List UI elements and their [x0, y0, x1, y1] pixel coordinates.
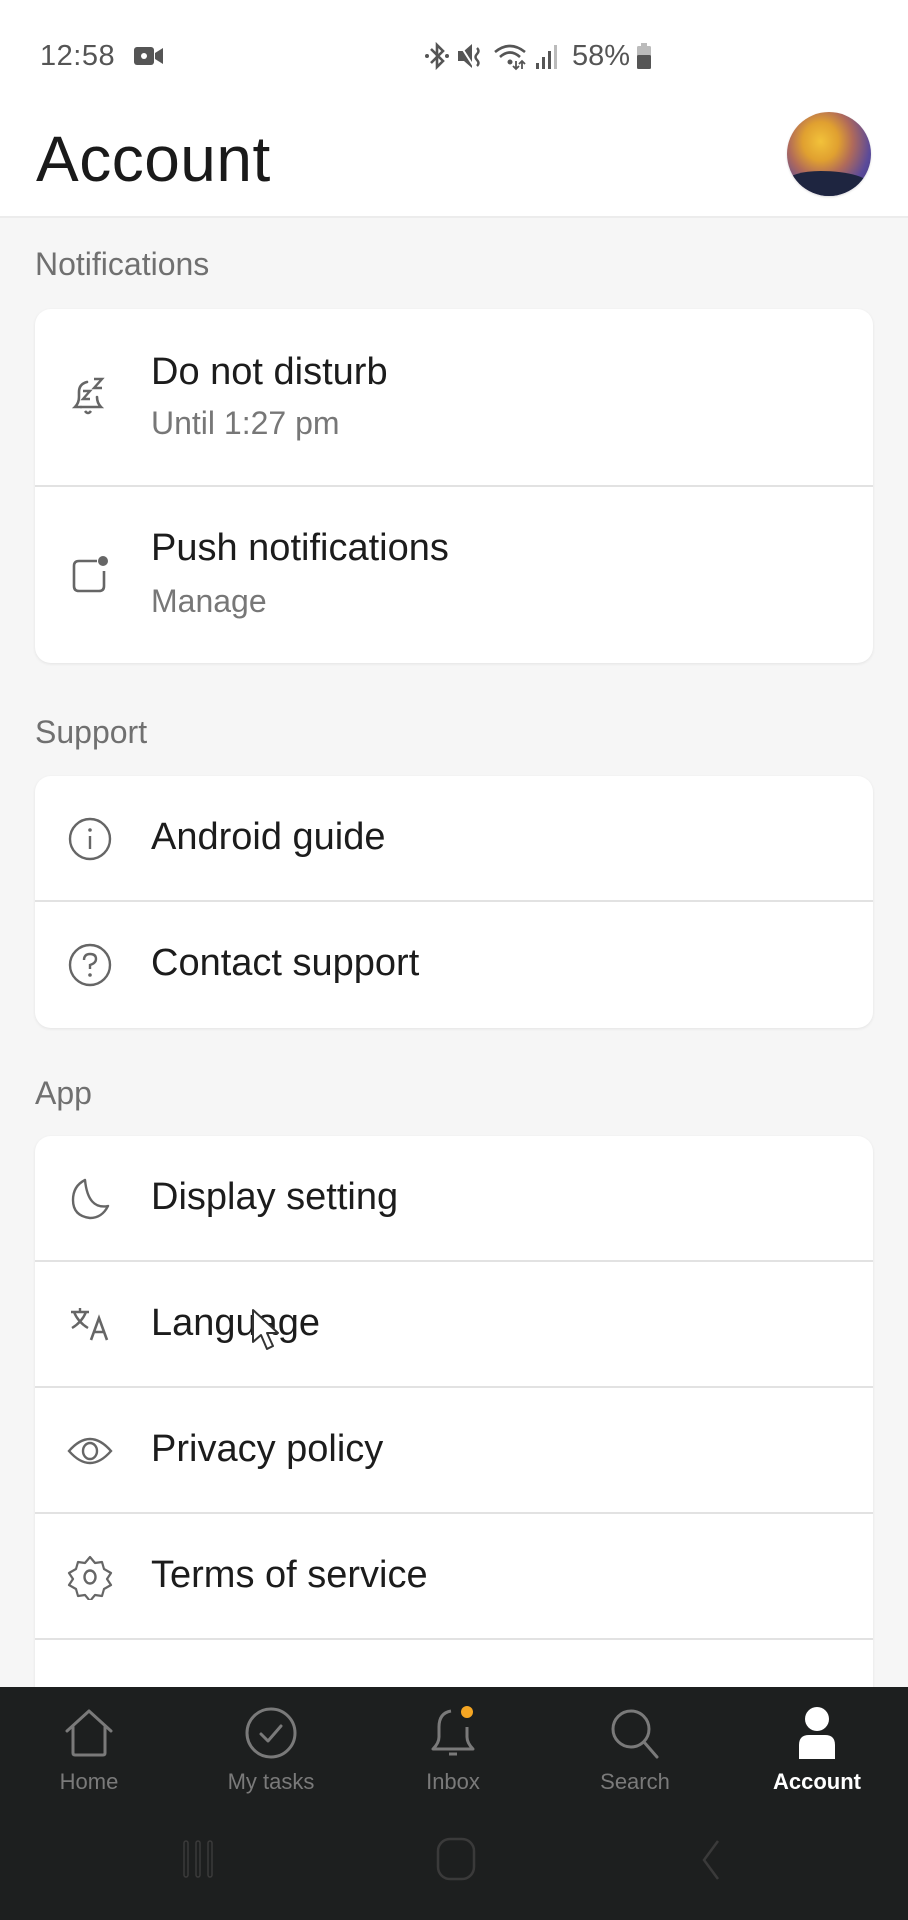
nav-my-tasks[interactable]: My tasks	[196, 1687, 346, 1802]
signal-icon	[536, 45, 557, 69]
nav-search[interactable]: Search	[560, 1687, 710, 1802]
wifi-icon	[494, 44, 526, 71]
person-icon	[799, 1707, 835, 1759]
nav-account[interactable]: Account	[742, 1687, 892, 1802]
search-icon	[611, 1709, 659, 1759]
home-icon	[65, 1709, 113, 1757]
bottom-nav: Home My tasks Inbox Search Account	[0, 1687, 908, 1920]
section-label-app: App	[35, 1075, 92, 1111]
nav-label: Account	[773, 1769, 861, 1794]
battery-percent: 58%	[572, 39, 631, 72]
nav-home[interactable]: Home	[14, 1687, 164, 1802]
row-subtitle: Until 1:27 pm	[151, 405, 340, 441]
recent-apps-button[interactable]	[172, 1835, 232, 1885]
status-icons: 58%	[424, 38, 652, 74]
row-privacy-policy[interactable]: Privacy policy	[35, 1388, 873, 1514]
section-label-support: Support	[35, 714, 148, 750]
gear-icon	[67, 1554, 113, 1600]
row-title: Contact support	[151, 942, 420, 984]
push-notification-icon	[67, 551, 113, 597]
translate-icon	[67, 1302, 113, 1348]
row-title: Android guide	[151, 816, 386, 858]
row-title: Privacy policy	[151, 1428, 384, 1470]
row-android-guide[interactable]: Android guide	[35, 776, 873, 902]
mute-icon	[458, 44, 480, 68]
bluetooth-icon	[425, 41, 449, 71]
notifications-card: Do not disturb Until 1:27 pm Push notifi…	[35, 309, 873, 663]
check-circle-icon	[245, 1707, 297, 1759]
bell-icon	[431, 1706, 475, 1756]
back-button[interactable]	[682, 1835, 742, 1885]
battery-icon	[637, 43, 652, 69]
status-bar: 12:58 58%	[0, 0, 908, 112]
section-label-notifications: Notifications	[35, 246, 210, 282]
eye-icon	[67, 1428, 113, 1474]
nav-label: Search	[600, 1769, 670, 1794]
screen-record-icon	[134, 47, 163, 65]
nav-inbox[interactable]: Inbox	[378, 1687, 528, 1802]
support-card: Android guide Contact support	[35, 776, 873, 1028]
row-title: Display setting	[151, 1176, 399, 1218]
nav-label: Home	[59, 1769, 119, 1794]
row-title: Do not disturb	[151, 351, 388, 393]
row-subtitle: Manage	[151, 583, 267, 619]
info-icon	[67, 816, 113, 862]
row-display-setting[interactable]: Display setting	[35, 1136, 873, 1262]
snooze-bell-icon	[67, 373, 113, 419]
row-terms-of-service[interactable]: Terms of service	[35, 1514, 873, 1640]
row-contact-support[interactable]: Contact support	[35, 902, 873, 1028]
nav-label: Inbox	[426, 1769, 480, 1794]
home-button[interactable]	[426, 1835, 486, 1885]
help-icon	[67, 942, 113, 988]
status-time: 12:58	[40, 40, 116, 72]
moon-icon	[67, 1176, 113, 1222]
nav-label: My tasks	[227, 1769, 315, 1794]
row-title: Language	[151, 1302, 321, 1344]
row-title: Terms of service	[151, 1554, 428, 1596]
page-title: Account	[36, 123, 271, 195]
row-title: Push notifications	[151, 527, 449, 569]
profile-avatar[interactable]	[787, 112, 871, 196]
row-push-notifications[interactable]: Push notifications Manage	[35, 487, 873, 663]
row-language[interactable]: Language	[35, 1262, 873, 1388]
app-card: Display setting Language Privacy policy	[35, 1136, 873, 1696]
account-screen: 12:58 58% Account Notifications Do not d…	[0, 0, 908, 1920]
row-do-not-disturb[interactable]: Do not disturb Until 1:27 pm	[35, 309, 873, 487]
app-header: Account	[0, 112, 908, 218]
inbox-badge	[461, 1706, 473, 1718]
